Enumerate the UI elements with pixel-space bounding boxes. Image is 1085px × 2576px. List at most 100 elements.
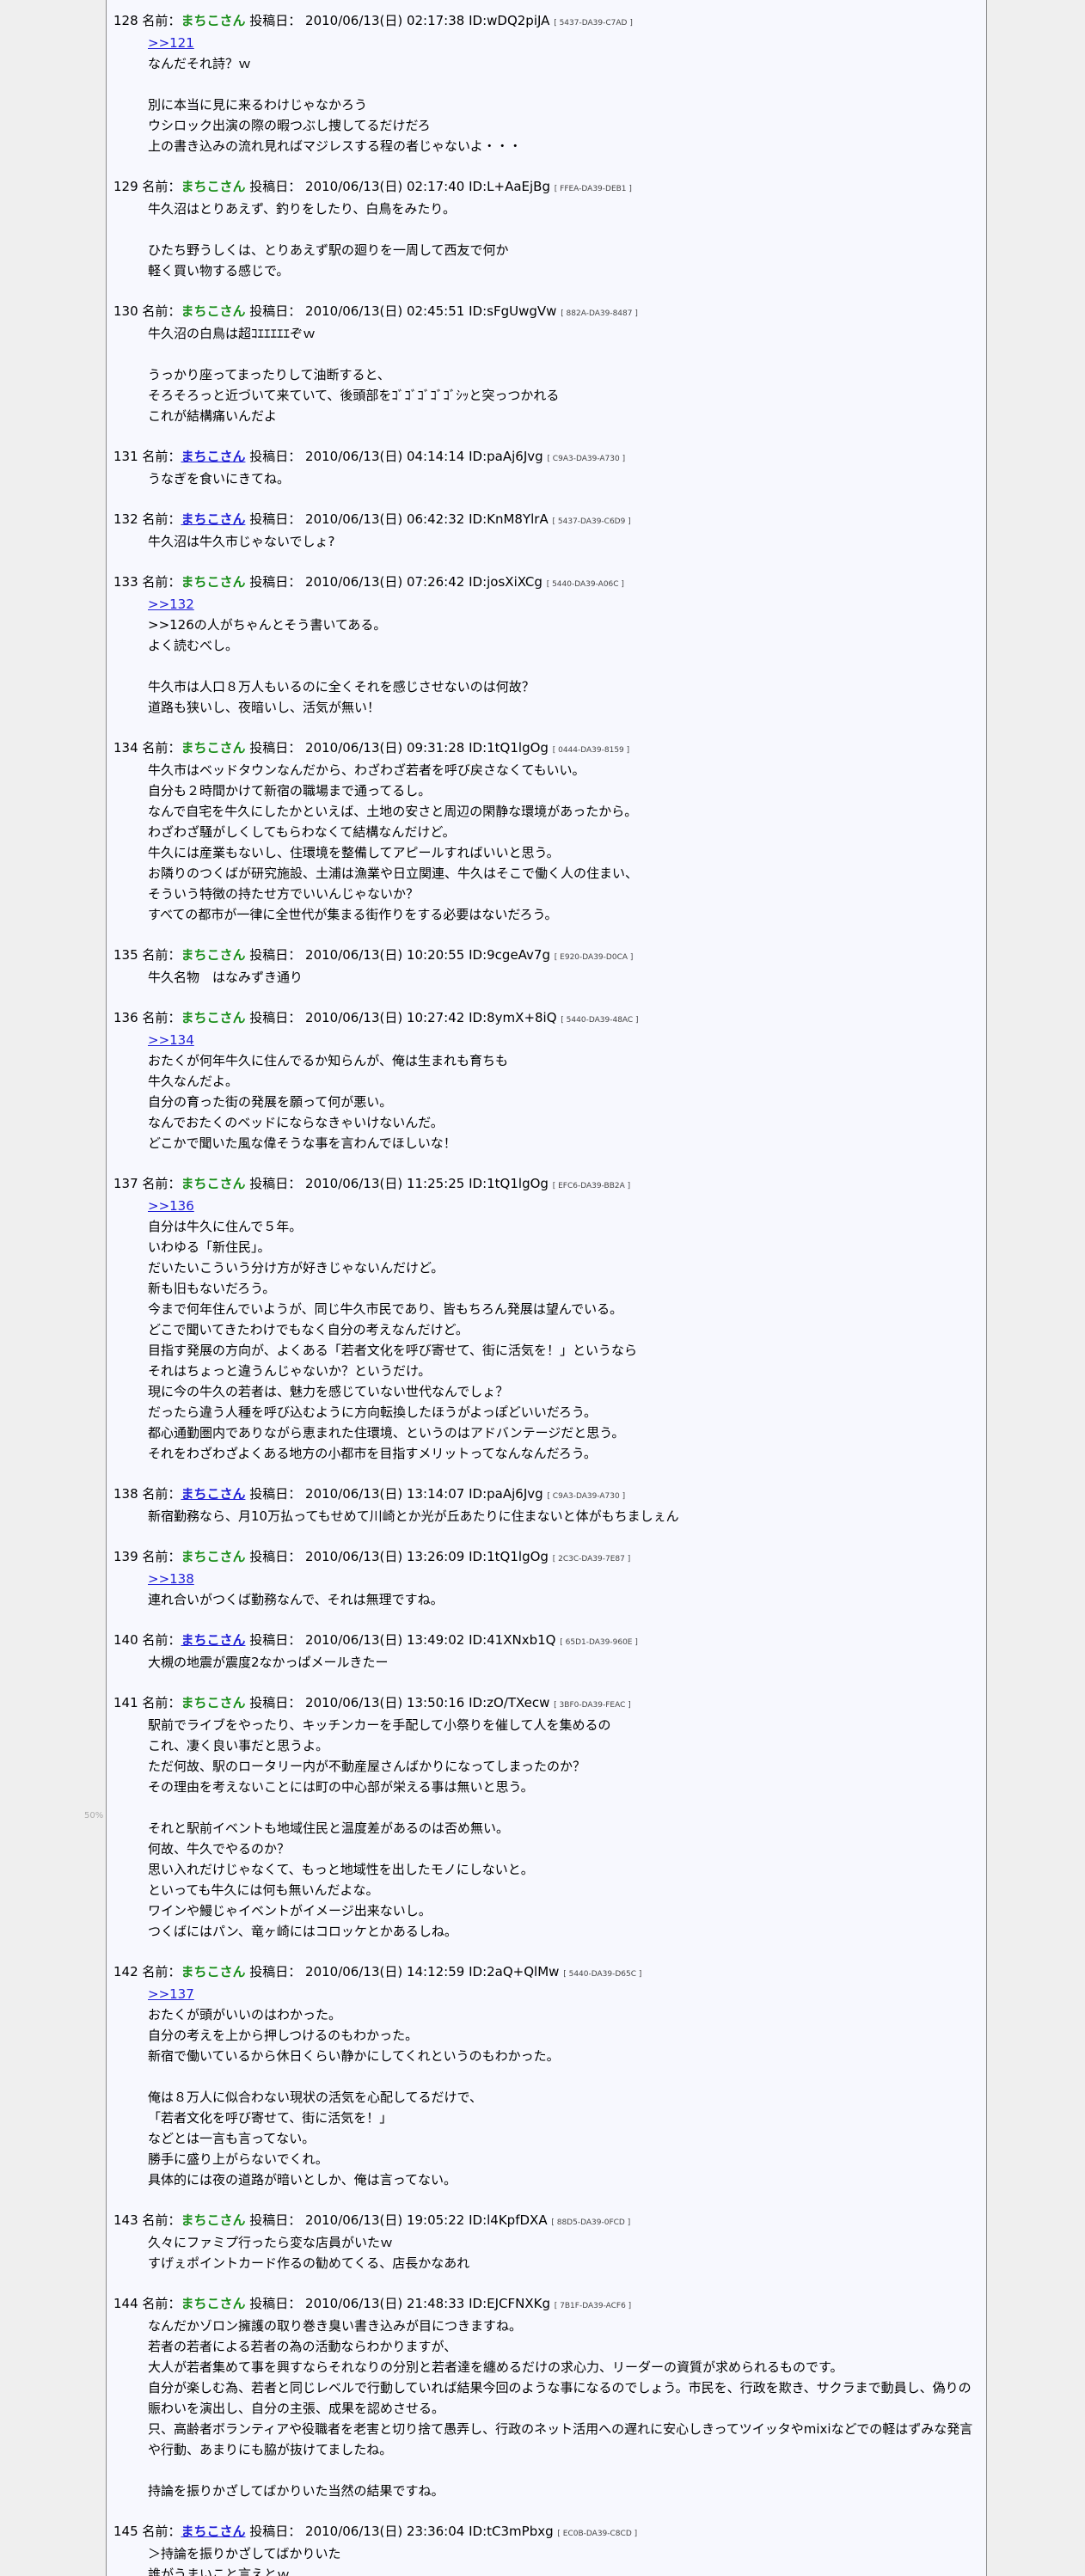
name-label: 名前： xyxy=(142,2296,181,2311)
poster-name: まちこさん xyxy=(181,2296,246,2311)
body-line: よく読むべし。 xyxy=(148,638,239,653)
post-130: 130 名前：まちこさん 投稿日： 2010/06/13(日) 02:45:51… xyxy=(113,302,986,426)
reply-anchor-link[interactable]: >>138 xyxy=(148,1571,194,1587)
post-number: 141 xyxy=(113,1695,138,1710)
post-body: 牛久沼はとりあえず、釣りをしたり、白鳥をみたり。 ひたち野うしくは、とりあえず駅… xyxy=(148,199,986,281)
post-144: 144 名前：まちこさん 投稿日： 2010/06/13(日) 21:48:33… xyxy=(113,2294,986,2501)
post-number: 142 xyxy=(113,1964,138,1979)
post-signature: [ EC0B-DA39-C8CD ] xyxy=(557,2530,638,2538)
post-body: >>138 連れ合いがつくば勤務なんで、それは無理ですね。 xyxy=(148,1569,986,1610)
poster-id: ID:sFgUwgVw xyxy=(469,303,557,319)
name-label: 名前： xyxy=(142,2524,181,2539)
body-line: それと駅前イベントも地域住民と温度差があるのは否め無い。 xyxy=(148,1820,510,1836)
post-body: 駅前でライブをやったり、キッチンカーを手配して小祭りを催して人を集めるの これ、凄… xyxy=(148,1715,986,1942)
post-137: 137 名前：まちこさん 投稿日： 2010/06/13(日) 11:25:25… xyxy=(113,1174,986,1464)
poster-id: ID:2aQ+QlMw xyxy=(469,1964,560,1979)
post-number: 131 xyxy=(113,449,138,464)
post-number: 139 xyxy=(113,1549,138,1564)
reply-anchor-line: >>132 xyxy=(148,594,986,615)
reply-anchor-link[interactable]: >>132 xyxy=(148,597,194,612)
date-label: 投稿日： xyxy=(249,574,302,590)
body-line: 上の書き込みの流れ見ればマジレスする程の者じゃないよ・・・ xyxy=(148,138,522,154)
body-line: すべての都市が一律に全世代が集まる街作りをする必要はないだろう。 xyxy=(148,907,558,922)
name-label: 名前： xyxy=(142,449,181,464)
body-line: ワインや鰻じゃイベントがイメージ出来ないし。 xyxy=(148,1903,432,1918)
body-line: 目指す発展の方向が、よくある「若者文化を呼び寄せて、街に活気を！」というなら xyxy=(148,1343,637,1358)
post-body: >>136 自分は牛久に住んで５年。 いわゆる「新住民」。 だいたいこういう分け方が好… xyxy=(148,1196,986,1464)
post-133: 133 名前：まちこさん 投稿日： 2010/06/13(日) 07:26:42… xyxy=(113,572,986,718)
body-line xyxy=(148,656,986,676)
poster-name: まちこさん xyxy=(181,1549,246,1564)
post-signature: [ C9A3-DA39-A730 ] xyxy=(547,1492,626,1501)
poster-id: ID:L+AaEjBg xyxy=(469,179,550,194)
post-body: >>137 おたくが頭がいいのはわかった。 自分の考えを上から押しつけるのもわかった… xyxy=(148,1984,986,2190)
post-number: 137 xyxy=(113,1176,138,1191)
body-line xyxy=(148,344,986,364)
body-line: ひたち野うしくは、とりあえず駅の廻りを一周して西友で何か xyxy=(148,242,509,258)
poster-id: ID:l4KpfDXA xyxy=(469,2212,548,2228)
poster-id: ID:tC3mPbxg xyxy=(469,2524,554,2539)
post-date: 2010/06/13(日) 07:26:42 xyxy=(305,574,465,590)
body-line: 誰がうまいこと言えとｗ xyxy=(148,2567,291,2576)
post-number: 134 xyxy=(113,740,138,756)
body-line: 久々にファミプ行ったら変な店員がいたｗ xyxy=(148,2235,394,2250)
name-label: 名前： xyxy=(142,1695,181,1710)
poster-name: まちこさん xyxy=(181,574,246,590)
reply-anchor-link[interactable]: >>134 xyxy=(148,1032,194,1048)
reply-anchor-link[interactable]: >>121 xyxy=(148,35,194,51)
body-line: そろそろっと近づいて来ていて、後頭部をｺﾞｺﾞｺﾞｺﾞｺﾞｼｯと突っつかれる xyxy=(148,388,560,403)
date-label: 投稿日： xyxy=(249,1632,302,1648)
post-date: 2010/06/13(日) 21:48:33 xyxy=(305,2296,465,2311)
body-line: どこかで聞いた風な偉そうな事を言わんでほしいな！ xyxy=(148,1135,457,1151)
poster-name[interactable]: まちこさん xyxy=(181,449,245,464)
body-line: なんでおたくのベッドにならなきゃいけないんだ。 xyxy=(148,1115,444,1130)
poster-name[interactable]: まちこさん xyxy=(181,511,245,527)
body-line: 牛久名物 はなみずき通り xyxy=(148,970,303,985)
body-line: だいたいこういう分け方が好きじゃないんだけど。 xyxy=(148,1260,444,1276)
body-line: 勝手に盛り上がらないでくれ。 xyxy=(148,2151,328,2167)
post-132: 132 名前：まちこさん 投稿日： 2010/06/13(日) 06:42:32… xyxy=(113,510,986,552)
name-label: 名前： xyxy=(142,740,181,756)
poster-id: ID:1tQ1lgOg xyxy=(469,1176,549,1191)
body-line: 持論を振りかざしてばかりいた当然の結果ですね。 xyxy=(148,2483,444,2499)
body-line: 新も旧もないだろう。 xyxy=(148,1281,276,1296)
post-date: 2010/06/13(日) 19:05:22 xyxy=(305,2212,465,2228)
body-line xyxy=(148,74,986,95)
post-number: 133 xyxy=(113,574,138,590)
body-line: 俺は８万人に似合わない現状の活気を心配してるだけで、 xyxy=(148,2090,482,2105)
poster-name: まちこさん xyxy=(181,303,246,319)
name-label: 名前： xyxy=(142,1632,181,1648)
post-body: ＞持論を振りかざしてばかりいた誰がうまいこと言えとｗ xyxy=(148,2543,986,2576)
body-line: これ、凄く良い事だと思うよ。 xyxy=(148,1738,329,1753)
body-line: 大槻の地震が震度2なかっぱメールきたー xyxy=(148,1655,389,1670)
post-date: 2010/06/13(日) 10:20:55 xyxy=(305,947,465,963)
post-header: 141 名前：まちこさん 投稿日： 2010/06/13(日) 13:50:16… xyxy=(113,1693,986,1715)
body-line: ＞持論を振りかざしてばかりいた xyxy=(148,2546,341,2561)
body-line: 牛久沼は牛久市じゃないでしょ? xyxy=(148,534,335,549)
body-line: 大人が若者集めて事を興すならそれなりの分別と若者達を纏めるだけの求心力、リーダー… xyxy=(148,2359,843,2375)
post-date: 2010/06/13(日) 11:25:25 xyxy=(305,1176,465,1191)
post-date: 2010/06/13(日) 04:14:14 xyxy=(305,449,465,464)
post-signature: [ FFEA-DA39-DEB1 ] xyxy=(554,185,632,193)
post-signature: [ 5440-DA39-A06C ] xyxy=(546,580,624,589)
poster-name: まちこさん xyxy=(181,1964,246,1979)
reply-anchor-link[interactable]: >>137 xyxy=(148,1986,194,2002)
poster-name[interactable]: まちこさん xyxy=(181,2524,245,2539)
date-label: 投稿日： xyxy=(249,303,302,319)
date-label: 投稿日： xyxy=(249,2296,302,2311)
body-line: 牛久沼の白鳥は超ｺｴｴｴｴｴぞｗ xyxy=(148,326,316,341)
poster-name[interactable]: まちこさん xyxy=(181,1632,245,1648)
post-header: 131 名前：まちこさん 投稿日： 2010/06/13(日) 04:14:14… xyxy=(113,447,986,468)
post-date: 2010/06/13(日) 02:45:51 xyxy=(305,303,465,319)
poster-name: まちこさん xyxy=(181,740,246,756)
body-line: ウシロック出演の際の暇つぶし捜してるだけだろ xyxy=(148,118,431,133)
body-line: わざわざ騒がしくしてもらわなくて結構なんだけど。 xyxy=(148,824,456,840)
post-date: 2010/06/13(日) 09:31:28 xyxy=(305,740,465,756)
reply-anchor-link[interactable]: >>136 xyxy=(148,1198,194,1214)
post-140: 140 名前：まちこさん 投稿日： 2010/06/13(日) 13:49:02… xyxy=(113,1631,986,1673)
poster-name[interactable]: まちこさん xyxy=(181,1486,245,1502)
post-body: 牛久沼は牛久市じゃないでしょ? xyxy=(148,531,986,552)
date-label: 投稿日： xyxy=(249,2524,302,2539)
poster-name: まちこさん xyxy=(181,13,246,28)
body-line: といっても牛久には何も無いんだよな。 xyxy=(148,1882,379,1898)
